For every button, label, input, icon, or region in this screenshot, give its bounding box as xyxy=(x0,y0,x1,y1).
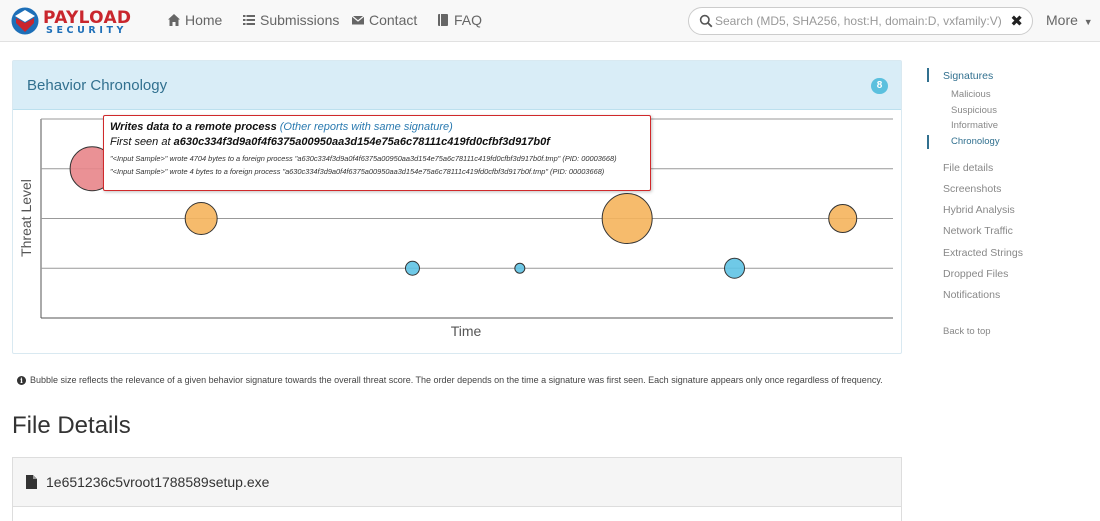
logo-wordmark-bottom: SECURITY xyxy=(46,25,128,36)
tooltip-signature-name: Writes data to a remote process xyxy=(110,121,277,133)
file-details-panel-header: 1e651236c5vroot1788589setup.exe xyxy=(13,458,901,507)
file-details-heading: File Details xyxy=(12,412,131,439)
home-icon xyxy=(168,14,180,26)
signature-bubble[interactable] xyxy=(404,260,420,276)
sidebar-item-chronology[interactable]: Chronology xyxy=(951,136,1000,147)
signature-tooltip: Writes data to a remote process (Other r… xyxy=(103,115,651,191)
signature-bubble[interactable] xyxy=(601,193,653,244)
other-reports-link[interactable]: Other reports with same signature xyxy=(283,121,449,133)
list-icon xyxy=(243,15,255,25)
nav-home[interactable]: Home xyxy=(167,12,222,28)
bubble-size-note: i Bubble size reflects the relevance of … xyxy=(17,375,883,385)
behavior-chronology-header: Behavior Chronology 8 xyxy=(13,61,901,110)
file-name: 1e651236c5vroot1788589setup.exe xyxy=(46,474,270,490)
sidebar-item-screenshots[interactable]: Screenshots xyxy=(943,183,1001,195)
caret-down-icon: ▼ xyxy=(1083,17,1093,27)
sidebar-item-extracted-strings[interactable]: Extracted Strings xyxy=(943,247,1023,259)
tooltip-detail-line: "<Input Sample>" wrote 4 bytes to a fore… xyxy=(110,167,605,176)
book-icon xyxy=(438,14,448,26)
tooltip-detail-line: "<Input Sample>" wrote 4704 bytes to a f… xyxy=(110,154,617,163)
first-seen-hash: a630c334f3d9a0f4f6375a00950aa3d154e75a6c… xyxy=(173,136,550,148)
nav-contact[interactable]: Contact xyxy=(351,12,417,28)
nav-faq[interactable]: FAQ xyxy=(436,12,482,28)
signature-bubble[interactable] xyxy=(184,202,218,235)
payload-security-logo[interactable]: PAYLOAD SECURITY xyxy=(10,6,131,36)
search-box: ✖ xyxy=(688,7,1033,35)
navbar: PAYLOAD SECURITY Home Submissions Contac… xyxy=(0,0,1100,42)
sidebar-item-signatures[interactable]: Signatures xyxy=(943,70,993,82)
back-to-top-link[interactable]: Back to top xyxy=(943,326,991,337)
sidebar-item-dropped-files[interactable]: Dropped Files xyxy=(943,268,1008,280)
nav-home-label: Home xyxy=(185,12,223,28)
x-axis-label: Time xyxy=(451,323,482,339)
search-input[interactable] xyxy=(715,11,1005,31)
active-indicator xyxy=(927,135,929,149)
nav-contact-label: Contact xyxy=(369,12,418,28)
envelope-icon xyxy=(351,15,365,25)
sidebar-item-malicious[interactable]: Malicious xyxy=(951,89,991,100)
info-icon: i xyxy=(17,375,26,385)
file-icon xyxy=(26,475,37,489)
search-icon xyxy=(699,14,713,28)
signature-bubble[interactable] xyxy=(828,204,858,233)
behavior-chronology-panel: Behavior Chronology 8 Threat Level Time xyxy=(12,60,902,354)
sidebar-item-informative[interactable]: Informative xyxy=(951,120,998,131)
sidebar-item-network-traffic[interactable]: Network Traffic xyxy=(943,225,1013,237)
bubble-size-note-text: Bubble size reflects the relevance of a … xyxy=(30,375,883,385)
sidebar-item-suspicious[interactable]: Suspicious xyxy=(951,105,997,116)
nav-faq-label: FAQ xyxy=(454,12,483,28)
signature-bubble[interactable] xyxy=(724,257,746,279)
tooltip-first-seen: First seen at a630c334f3d9a0f4f6375a0095… xyxy=(110,136,644,148)
nav-submissions-label: Submissions xyxy=(260,12,340,28)
sidebar-item-notifications[interactable]: Notifications xyxy=(943,289,1000,301)
signature-count-badge: 8 xyxy=(871,78,888,94)
sidebar-item-hybrid-analysis[interactable]: Hybrid Analysis xyxy=(943,204,1015,216)
y-axis-label: Threat Level xyxy=(18,179,34,257)
file-details-panel: 1e651236c5vroot1788589setup.exe xyxy=(12,457,902,521)
panel-title: Behavior Chronology xyxy=(27,77,168,94)
tooltip-title: Writes data to a remote process (Other r… xyxy=(110,121,453,133)
more-menu[interactable]: More ▼ xyxy=(1046,12,1093,28)
more-menu-label: More xyxy=(1046,12,1078,28)
active-indicator xyxy=(927,68,929,82)
sidebar-item-file-details[interactable]: File details xyxy=(943,162,993,174)
nav-submissions[interactable]: Submissions xyxy=(242,12,339,28)
first-seen-label: First seen at xyxy=(110,136,171,148)
signature-bubble[interactable] xyxy=(514,262,526,274)
clear-search-icon[interactable]: ✖ xyxy=(1010,12,1023,30)
logo-shield-icon xyxy=(11,7,39,35)
